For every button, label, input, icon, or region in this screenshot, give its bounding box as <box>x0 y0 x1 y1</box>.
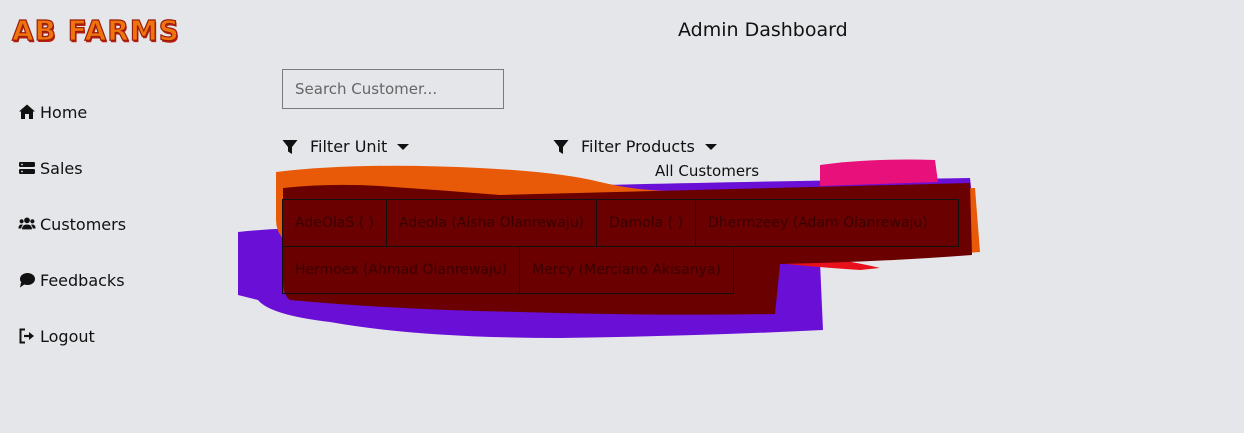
sidebar-item-label: Customers <box>40 214 127 234</box>
brand-logo: AB FARMS <box>11 13 180 47</box>
sidebar-item-label: Logout <box>40 326 95 346</box>
customer-list: AdeOlaS ( ) Adeola (Aisha Olanrewaju) Da… <box>282 199 960 294</box>
server-icon <box>19 162 35 174</box>
users-icon <box>18 217 36 230</box>
filter-unit-label: Filter Unit <box>310 137 388 156</box>
filter-icon <box>553 139 569 154</box>
sidebar-item-sales[interactable]: Sales <box>18 140 126 196</box>
page-title: Admin Dashboard <box>678 19 848 41</box>
filter-products-label: Filter Products <box>581 137 695 156</box>
logout-icon <box>19 328 34 344</box>
sidebar-item-label: Feedbacks <box>40 270 125 290</box>
customer-item[interactable]: Mercy (Merciano Akisanya) <box>519 246 734 294</box>
sidebar: Home Sales Customers Feedbacks Logout <box>18 84 126 364</box>
comment-icon <box>20 273 35 288</box>
chevron-down-icon <box>704 143 717 150</box>
filter-products-dropdown[interactable]: Filter Products <box>553 137 717 156</box>
sidebar-item-home[interactable]: Home <box>18 84 126 140</box>
customer-item[interactable]: Adeola (Aisha Olanrewaju) <box>386 199 598 247</box>
sidebar-item-customers[interactable]: Customers <box>18 196 126 252</box>
filter-unit-dropdown[interactable]: Filter Unit <box>282 137 410 156</box>
sidebar-item-feedbacks[interactable]: Feedbacks <box>18 252 126 308</box>
home-icon <box>19 104 35 119</box>
customer-item[interactable]: Dhermzeey (Adam Olanrewaju) <box>695 199 960 247</box>
search-input[interactable] <box>282 69 504 109</box>
chevron-down-icon <box>397 143 410 150</box>
sidebar-item-logout[interactable]: Logout <box>18 308 126 364</box>
customer-item[interactable]: AdeOlaS ( ) <box>282 199 388 247</box>
customer-item[interactable]: Damola ( ) <box>596 199 697 247</box>
sidebar-item-label: Home <box>40 102 88 122</box>
filter-icon <box>282 139 298 154</box>
sidebar-item-label: Sales <box>40 158 83 178</box>
customers-heading: All Customers <box>655 162 760 180</box>
customer-item[interactable]: Hermoex (Ahmad Olanrewaju) <box>282 246 521 294</box>
